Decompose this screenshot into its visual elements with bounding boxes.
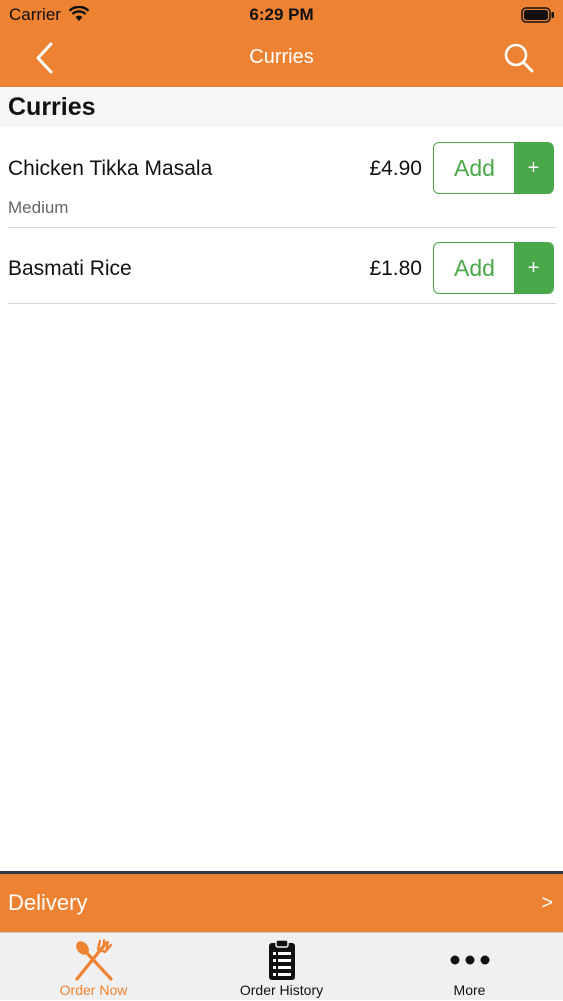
item-name: Chicken Tikka Masala: [8, 157, 213, 180]
page-title: Curries: [249, 46, 314, 68]
status-time: 6:29 PM: [249, 5, 314, 24]
plus-icon: +: [514, 243, 553, 293]
delivery-label: Delivery: [8, 890, 88, 915]
menu-item: Basmati Rice £1.80 Add +: [0, 228, 563, 303]
tab-order-history[interactable]: Order History: [188, 933, 375, 1001]
item-subtitle: Medium: [8, 198, 69, 217]
tab-order-now[interactable]: Order Now: [0, 933, 187, 1001]
clipboard-list-icon: [268, 939, 295, 980]
plus-icon: +: [514, 143, 553, 193]
add-button-label: Add: [454, 255, 495, 281]
add-button[interactable]: Add +: [433, 142, 554, 194]
delivery-bar[interactable]: Delivery >: [0, 871, 563, 932]
tab-bar: Order Now Order History More: [0, 932, 563, 1000]
battery-icon: [521, 7, 554, 23]
section-title: Curries: [8, 93, 96, 121]
menu-item: Chicken Tikka Masala Medium £4.90 Add +: [0, 127, 563, 228]
tab-label: Order History: [239, 982, 324, 998]
item-price: £4.90: [369, 157, 422, 180]
divider: [8, 303, 556, 304]
tab-label: Order Now: [59, 982, 128, 998]
status-bar: Carrier 6:29 PM: [0, 0, 563, 30]
item-name: Basmati Rice: [8, 257, 132, 280]
section-header: Curries: [0, 87, 563, 127]
add-button[interactable]: Add +: [433, 242, 554, 294]
add-button-label: Add: [454, 155, 495, 181]
item-price: £1.80: [369, 257, 422, 280]
more-dots-icon: [450, 955, 489, 965]
chevron-right-icon: >: [541, 892, 553, 914]
tab-more[interactable]: More: [376, 933, 563, 1001]
navigation-bar: Curries: [0, 30, 563, 87]
search-icon[interactable]: [503, 42, 535, 74]
tab-label: More: [453, 982, 486, 998]
fork-spoon-icon: [74, 939, 113, 981]
